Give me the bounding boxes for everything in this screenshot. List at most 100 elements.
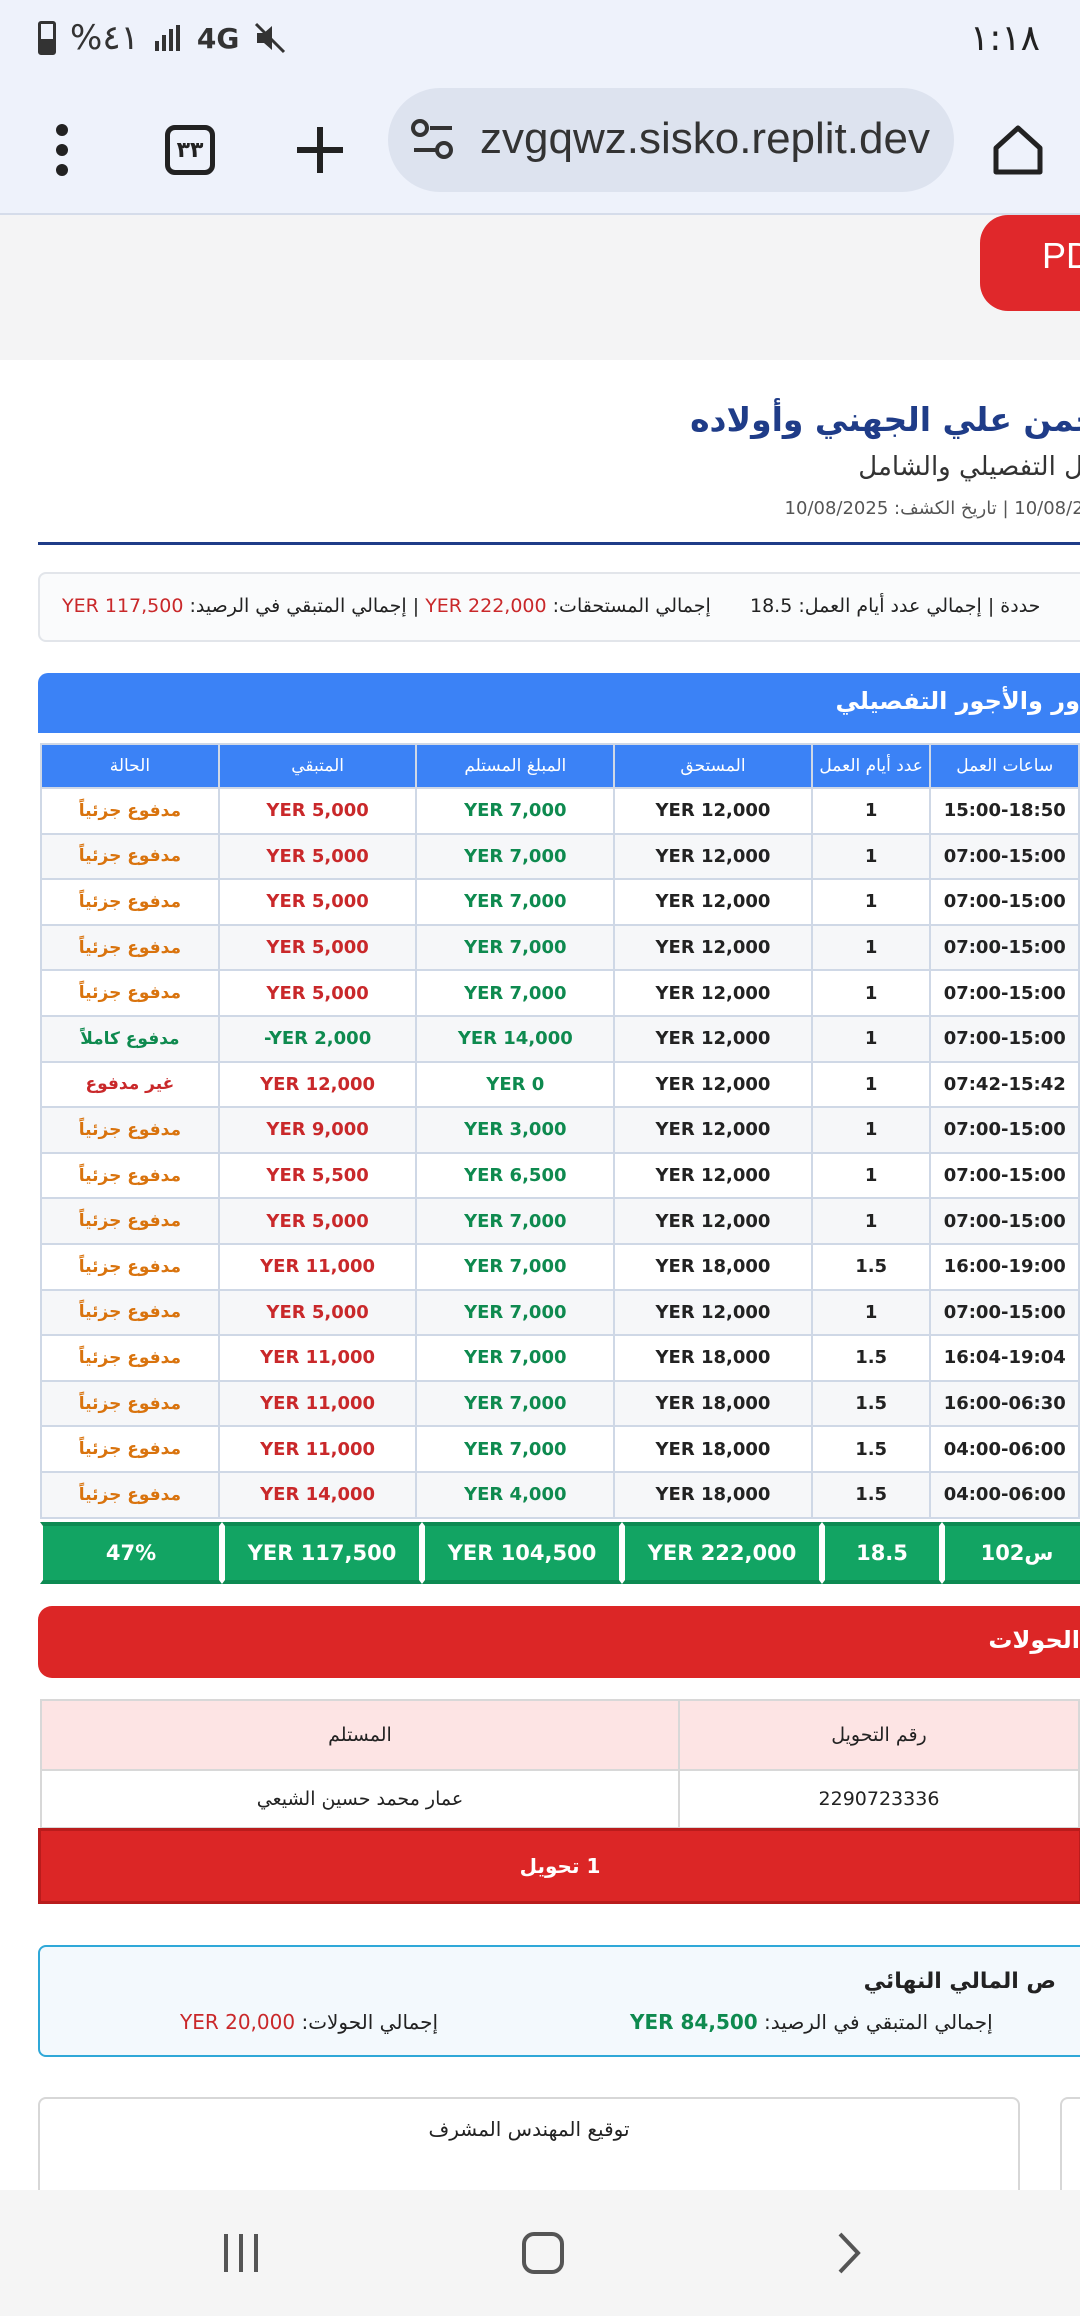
tab-switcher-button[interactable]: ٣٣ bbox=[150, 110, 230, 190]
transfers-title: الحولات bbox=[988, 1626, 1080, 1654]
received-cell: YER 7,000 bbox=[415, 787, 616, 835]
received-cell: YER 7,000 bbox=[415, 923, 616, 972]
report-header: رحمن علي الجهني وأولاده كامل التفصيلي وا… bbox=[38, 360, 1080, 545]
table-row: مدفوع جزئياً YER 5,000 YER 7,000 YER 12,000… bbox=[40, 878, 1080, 926]
received-cell: YER 4,000 bbox=[415, 1470, 616, 1519]
status-bar: %٤١ 4G ١:١٨ bbox=[0, 0, 1080, 80]
received-cell: YER 14,000 bbox=[415, 1014, 616, 1063]
final-transfers-label: إجمالي الحولات: bbox=[301, 2010, 439, 2034]
due-cell: YER 18,000 bbox=[613, 1379, 813, 1428]
due-cell: YER 18,000 bbox=[613, 1470, 813, 1519]
received-cell: YER 7,000 bbox=[415, 1379, 616, 1428]
transfers-section-header: الحولات bbox=[38, 1606, 1080, 1678]
column-header: المستحق bbox=[613, 743, 813, 789]
due-cell: YER 18,000 bbox=[613, 1425, 813, 1473]
signal-icon bbox=[154, 25, 180, 51]
site-settings-icon[interactable] bbox=[410, 118, 456, 162]
address-bar[interactable]: zvgqwz.sisko.replit.dev bbox=[388, 88, 954, 192]
table-row: مدفوع جزئياً YER 11,000 YER 7,000 YER 18,00… bbox=[40, 1334, 1080, 1382]
column-header: المبلغ المستلم bbox=[415, 743, 616, 789]
days-cell: 1.5 bbox=[810, 1379, 932, 1428]
hours-cell: 16:04-19:04 bbox=[929, 1334, 1080, 1382]
new-tab-button[interactable] bbox=[280, 110, 360, 190]
table-row: مدفوع كاملاً -YER 2,000 YER 14,000 YER 12,0… bbox=[40, 1014, 1080, 1063]
more-vert-icon[interactable] bbox=[22, 110, 102, 190]
recipient-header: المستلم bbox=[40, 1699, 680, 1771]
total-cell: YER 104,500 bbox=[422, 1522, 622, 1584]
received-cell: YER 0 bbox=[415, 1060, 616, 1109]
total-cell: 18.5 bbox=[822, 1522, 942, 1584]
status-cell: مدفوع جزئياً bbox=[40, 1425, 220, 1473]
pdf-button[interactable]: PD bbox=[980, 215, 1080, 311]
hours-cell: 07:00-15:00 bbox=[929, 832, 1080, 881]
days-cell: 1.5 bbox=[810, 1242, 932, 1291]
received-cell: YER 7,000 bbox=[415, 1334, 616, 1382]
table-row: مدفوع جزئياً YER 9,000 YER 3,000 YER 12,000… bbox=[40, 1106, 1080, 1154]
transfer-number-header: رقم التحويل bbox=[677, 1699, 1080, 1771]
column-header: ساعات العمل bbox=[929, 743, 1080, 789]
status-cell: غير مدفوع bbox=[40, 1060, 220, 1109]
summary-box: إجمالي المستحقات: YER 222,000 | إجمالي ا… bbox=[38, 572, 1080, 642]
second-signature-box bbox=[1060, 2097, 1080, 2190]
table-row: مدفوع جزئياً YER 5,000 YER 7,000 YER 12,000… bbox=[40, 969, 1080, 1017]
status-cell: مدفوع جزئياً bbox=[40, 832, 220, 881]
days-cell: 1 bbox=[810, 1197, 932, 1245]
status-cell: مدفوع جزئياً bbox=[40, 1242, 220, 1291]
table-row: مدفوع جزئياً YER 11,000 YER 7,000 YER 18,00… bbox=[40, 1379, 1080, 1428]
due-cell: YER 12,000 bbox=[613, 1106, 813, 1154]
final-remaining-value: YER 84,500 bbox=[630, 2010, 758, 2034]
table-row: مدفوع جزئياً YER 5,500 YER 6,500 YER 12,000… bbox=[40, 1151, 1080, 1200]
wages-table: الحالة المتبقي المبلغ المستلم المستحق عدد أي… bbox=[40, 743, 1080, 1519]
final-remaining-label: إجمالي المتبقي في الرصيد: bbox=[764, 2010, 993, 2034]
final-summary-title: ص المالي النهائي bbox=[863, 1969, 1056, 1994]
battery-icon bbox=[38, 21, 56, 55]
table-row: مدفوع جزئياً YER 5,000 YER 7,000 YER 12,000… bbox=[40, 1197, 1080, 1245]
days-cell: 1 bbox=[810, 1106, 932, 1154]
table-row: مدفوع جزئياً YER 11,000 YER 7,000 YER 18,00… bbox=[40, 1242, 1080, 1291]
report-subtitle: كامل التفصيلي والشامل bbox=[858, 452, 1080, 482]
status-cell: مدفوع جزئياً bbox=[40, 969, 220, 1017]
total-cell: 102س bbox=[942, 1522, 1080, 1584]
recent-apps-icon[interactable] bbox=[218, 2230, 264, 2276]
table-row: غير مدفوع YER 12,000 YER 0 YER 12,000 1 07:42… bbox=[40, 1060, 1080, 1109]
days-cell: 1 bbox=[810, 878, 932, 926]
status-cell: مدفوع جزئياً bbox=[40, 1106, 220, 1154]
table-row: مدفوع جزئياً YER 5,000 YER 7,000 YER 12,000… bbox=[40, 1288, 1080, 1337]
hours-cell: 16:00-19:00 bbox=[929, 1242, 1080, 1291]
report-content: رحمن علي الجهني وأولاده كامل التفصيلي وا… bbox=[0, 360, 1080, 2190]
transfers-table: المستلم رقم التحويل عمار محمد حسين الشيع… bbox=[40, 1699, 1080, 1829]
table-row: مدفوع جزئياً YER 14,000 YER 4,000 YER 18,00… bbox=[40, 1470, 1080, 1519]
back-icon[interactable] bbox=[826, 2230, 872, 2276]
due-cell: YER 18,000 bbox=[613, 1242, 813, 1291]
final-transfers-value: YER 20,000 bbox=[180, 2010, 296, 2034]
clock: ١:١٨ bbox=[969, 18, 1040, 59]
engineer-signature-box: توقيع المهندس المشرف bbox=[38, 2097, 1020, 2190]
remaining-cell: YER 5,000 bbox=[217, 832, 418, 881]
days-cell: 1 bbox=[810, 1060, 932, 1109]
status-cell: مدفوع جزئياً bbox=[40, 1197, 220, 1245]
remaining-cell: YER 9,000 bbox=[217, 1106, 418, 1154]
final-transfers: إجمالي الحولات: YER 20,000 bbox=[180, 2010, 438, 2034]
days-cell: 1 bbox=[810, 787, 932, 835]
received-cell: YER 7,000 bbox=[415, 832, 616, 881]
hours-cell: 15:00-18:50 bbox=[929, 787, 1080, 835]
days-cell: 1.5 bbox=[810, 1334, 932, 1382]
remaining-cell: YER 11,000 bbox=[217, 1379, 418, 1428]
remaining-cell: YER 11,000 bbox=[217, 1425, 418, 1473]
column-header: المتبقي bbox=[217, 743, 418, 789]
status-cell: مدفوع جزئياً bbox=[40, 1151, 220, 1200]
recipient-cell: عمار محمد حسين الشيعي bbox=[40, 1769, 680, 1829]
hours-cell: 07:00-15:00 bbox=[929, 1197, 1080, 1245]
status-cell: مدفوع كاملاً bbox=[40, 1014, 220, 1063]
home-icon[interactable] bbox=[978, 110, 1058, 190]
tab-count: ٣٣ bbox=[165, 125, 215, 175]
signature-label: توقيع المهندس المشرف bbox=[428, 2117, 630, 2141]
system-nav-bar bbox=[0, 2190, 1080, 2316]
remaining-cell: YER 14,000 bbox=[217, 1470, 418, 1519]
received-cell: YER 7,000 bbox=[415, 878, 616, 926]
home-nav-icon[interactable] bbox=[520, 2230, 566, 2276]
due-cell: YER 12,000 bbox=[613, 787, 813, 835]
days-cell: 1 bbox=[810, 1014, 932, 1063]
plus-icon bbox=[297, 127, 343, 173]
hours-cell: 16:00-06:30 bbox=[929, 1379, 1080, 1428]
